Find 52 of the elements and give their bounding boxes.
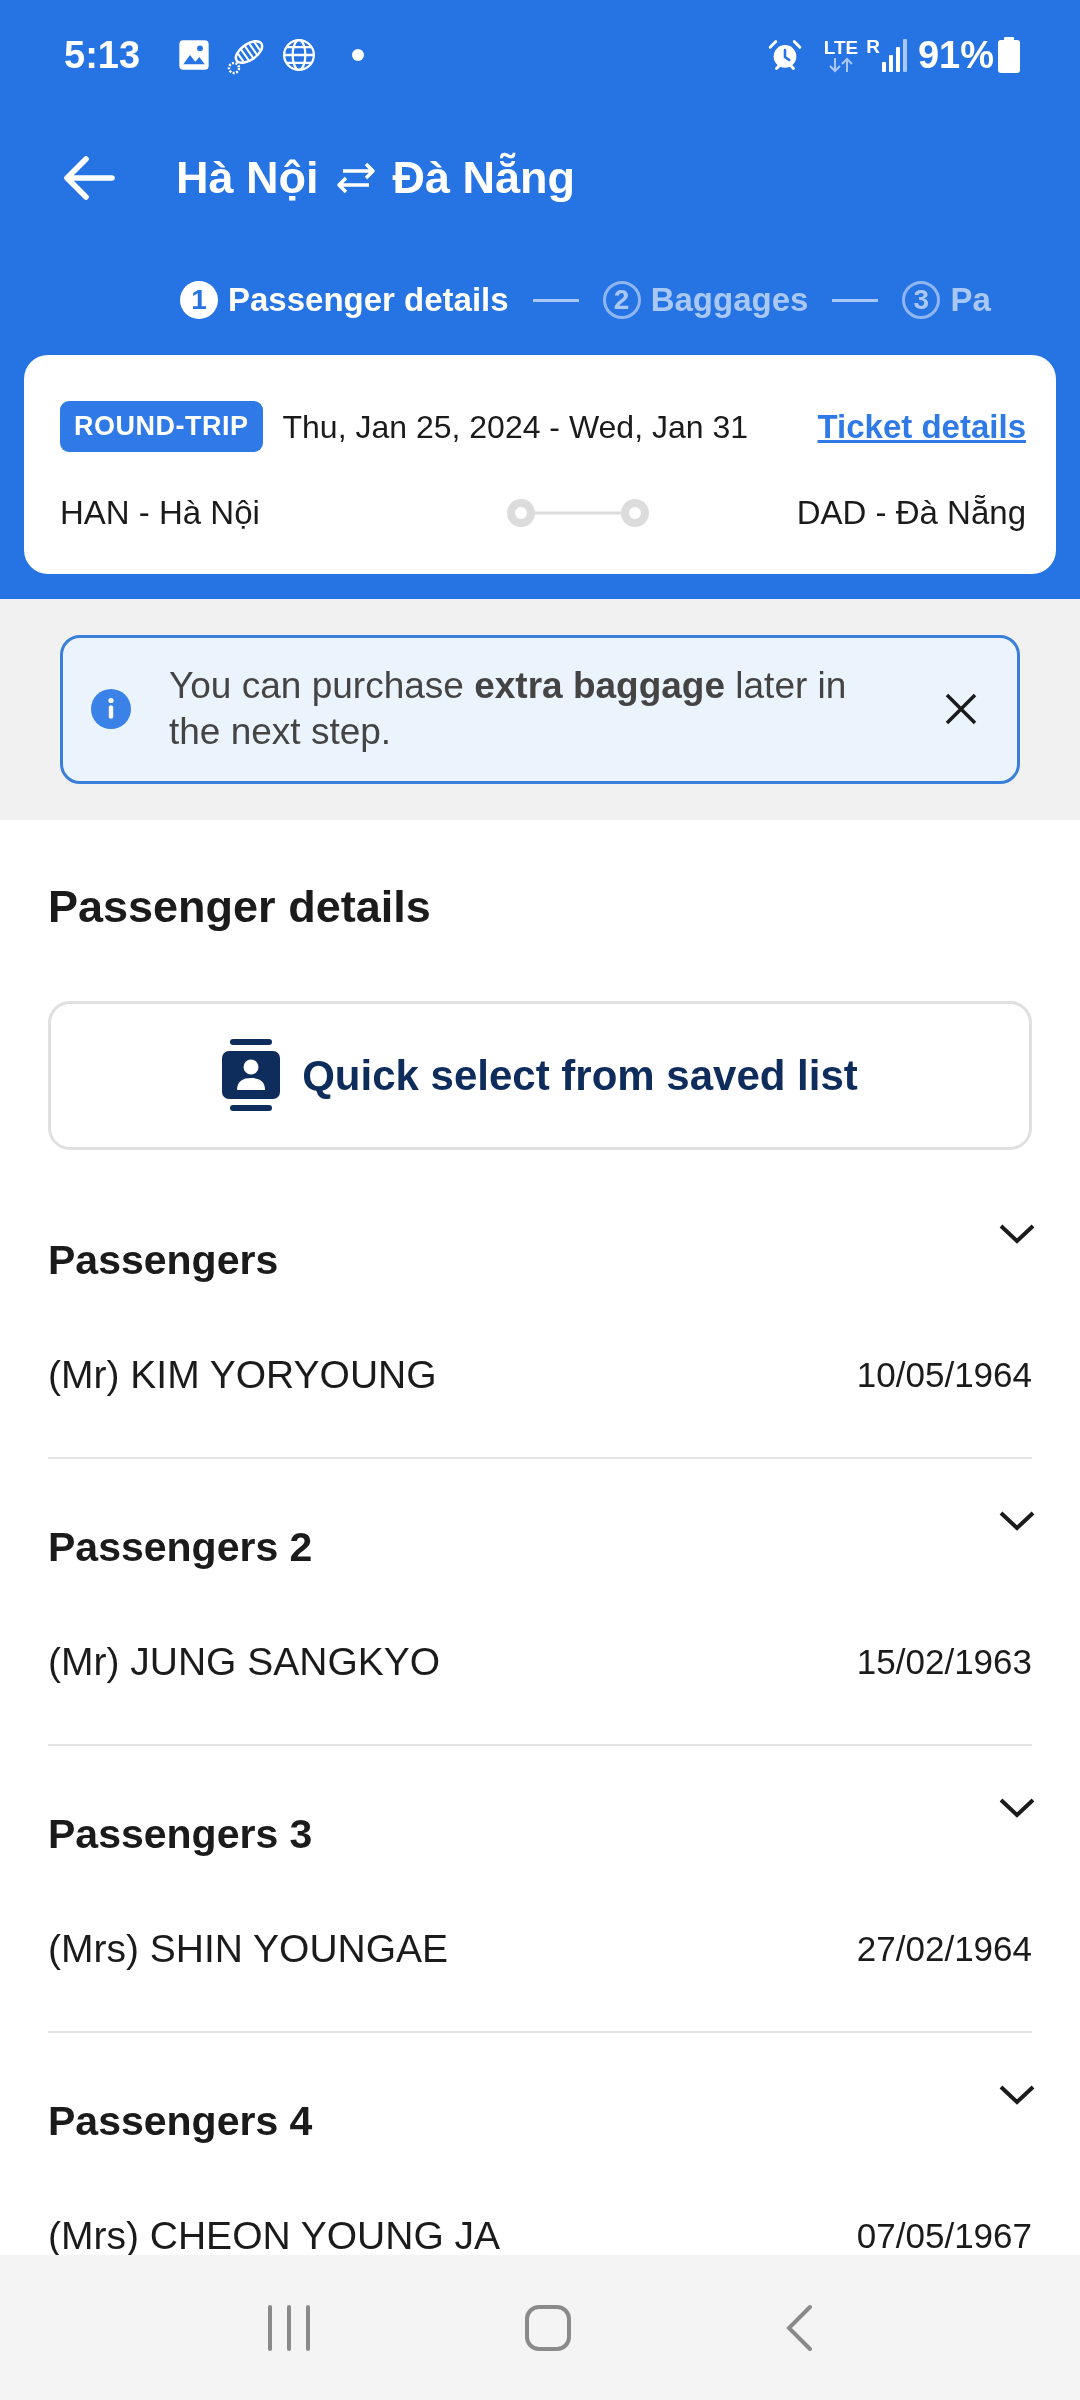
- section-title: Passenger details: [48, 879, 432, 934]
- passenger-name: (Mrs) SHIN YOUNGAE: [48, 1925, 449, 1972]
- passenger-name: (Mr) JUNG SANGKYO: [48, 1638, 441, 1685]
- signal-icon: [881, 38, 908, 72]
- back-arrow-icon: [62, 154, 116, 201]
- step-label: Baggages: [650, 280, 809, 321]
- route-origin-title: Hà Nội: [176, 155, 319, 200]
- close-icon: [945, 693, 977, 725]
- back-button[interactable]: [62, 154, 116, 201]
- back-icon[interactable]: [785, 2303, 813, 2352]
- birth-date: 15/02/1963: [856, 1640, 1032, 1683]
- notification-dot-icon: [352, 49, 365, 61]
- roaming-label: R: [866, 36, 880, 56]
- chevron-down-icon[interactable]: [998, 1509, 1036, 1532]
- network-label: LTE: [823, 37, 859, 57]
- trip-dates: Thu, Jan 25, 2024 - Wed, Jan 31: [282, 407, 748, 447]
- passenger-heading: Passengers: [48, 1235, 279, 1285]
- step-number: 3: [902, 281, 941, 319]
- destination-airport: DAD - Đà Nẵng: [796, 493, 1026, 533]
- birth-date: 07/05/1967: [856, 2214, 1032, 2257]
- chevron-down-icon[interactable]: [998, 1222, 1036, 1245]
- chevron-down-icon[interactable]: [998, 2083, 1036, 2106]
- globe-icon: [282, 38, 317, 72]
- passenger-heading: Passengers 3: [48, 1809, 313, 1859]
- passenger-heading: Passengers 4: [48, 2096, 313, 2146]
- status-time: 5:13: [64, 32, 141, 78]
- banner-message: You can purchase extra baggage later in the next step.: [169, 663, 848, 754]
- birth-date: 10/05/1964: [856, 1353, 1032, 1396]
- battery-level: 91%: [917, 32, 994, 78]
- gallery-icon: [178, 39, 211, 71]
- trip-type-badge: ROUND-TRIP: [60, 401, 263, 452]
- step-label: Pa: [950, 280, 991, 321]
- step-label: Passenger details: [228, 280, 509, 321]
- step-number: 1: [180, 281, 218, 319]
- passenger-heading: Passengers 2: [48, 1522, 313, 1572]
- quick-select-button[interactable]: Quick select from saved list: [48, 1000, 1032, 1150]
- contacts-icon: [222, 1039, 281, 1111]
- alarm-icon: [767, 38, 802, 72]
- data-arrows-icon: [826, 56, 855, 73]
- home-icon[interactable]: [525, 2304, 571, 2351]
- step-number: 2: [602, 281, 641, 319]
- info-icon: [91, 689, 131, 729]
- route-dots-icon: [505, 496, 652, 529]
- passenger-name: (Mr) KIM YORYOUNG: [48, 1351, 437, 1398]
- close-button[interactable]: [945, 693, 977, 725]
- recent-apps-icon[interactable]: [267, 2304, 311, 2351]
- origin-airport: HAN - Hà Nội: [60, 493, 260, 533]
- passenger-name: (Mrs) CHEON YOUNG JA: [48, 2212, 501, 2259]
- birth-date: 27/02/1964: [856, 1927, 1032, 1970]
- ticket-details-link[interactable]: Ticket details: [817, 401, 1026, 452]
- battery-icon: [998, 37, 1020, 73]
- chevron-down-icon[interactable]: [998, 1796, 1036, 1819]
